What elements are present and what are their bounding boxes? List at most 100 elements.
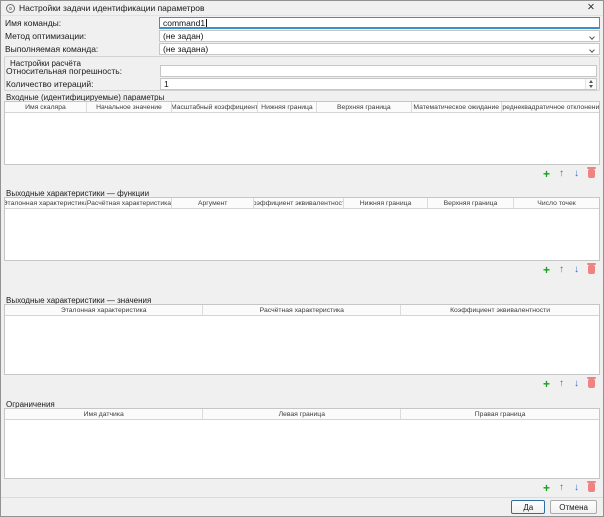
executed-command-combobox[interactable]: (не задана) (159, 43, 600, 55)
app-icon (6, 4, 15, 13)
command-name-label: Имя команды: (5, 18, 159, 28)
tolerance-row: Относительная погрешность: (6, 65, 597, 77)
close-icon[interactable]: ✕ (584, 2, 598, 14)
output-values-table[interactable]: Эталонная характеристикаРасчётная характ… (4, 304, 600, 375)
optimization-method-label: Метод оптимизации: (5, 31, 159, 41)
column-header[interactable]: Число точек (514, 198, 599, 208)
add-row-button[interactable]: + (540, 167, 553, 180)
input-parameters-table[interactable]: Имя скаляраНачальное значениеМасштабный … (4, 101, 600, 165)
column-header[interactable]: Нижняя граница (258, 102, 317, 112)
plus-icon: + (543, 482, 550, 494)
titlebar: Настройки задачи идентификации параметро… (1, 1, 603, 16)
column-header[interactable]: Математическое ожидание (412, 102, 502, 112)
column-header[interactable]: Расчётная характеристика (87, 198, 172, 208)
column-header[interactable]: Начальное значение (87, 102, 172, 112)
window-title: Настройки задачи идентификации параметро… (19, 3, 584, 13)
column-header[interactable]: Масштабный коэффициент (172, 102, 258, 112)
table-header-row: Эталонная характеристикаРасчётная характ… (5, 305, 599, 316)
arrow-up-icon: ↑ (559, 379, 564, 389)
output-functions-table[interactable]: Эталонная характеристикаРасчётная характ… (4, 197, 600, 261)
footer: Да Отмена (511, 500, 597, 514)
trash-icon (588, 169, 595, 178)
move-row-up-button[interactable]: ↑ (555, 263, 568, 276)
table-body[interactable] (5, 420, 599, 478)
iterations-row: Количество итераций: 1 (6, 78, 597, 90)
cancel-button[interactable]: Отмена (550, 500, 597, 514)
move-row-down-button[interactable]: ↓ (570, 167, 583, 180)
spin-up-icon[interactable] (589, 80, 593, 83)
arrow-up-icon: ↑ (559, 169, 564, 179)
iterations-spinbox[interactable]: 1 (160, 78, 597, 90)
ok-button[interactable]: Да (511, 500, 545, 514)
move-row-up-button[interactable]: ↑ (555, 167, 568, 180)
column-header[interactable]: Расчётная характеристика (203, 305, 401, 315)
executed-command-row: Выполняемая команда: (не задана) (5, 43, 600, 55)
executed-command-label: Выполняемая команда: (5, 44, 159, 54)
footer-separator (1, 497, 603, 498)
executed-command-value: (не задана) (163, 44, 208, 54)
column-header[interactable]: Эталонная характеристика (5, 198, 87, 208)
arrow-down-icon: ↓ (574, 483, 579, 493)
column-header[interactable]: Левая граница (203, 409, 401, 419)
table-header-row: Имя датчикаЛевая границаПравая граница (5, 409, 599, 420)
column-header[interactable]: Эталонная характеристика (5, 305, 203, 315)
column-header[interactable]: Имя датчика (5, 409, 203, 419)
plus-icon: + (543, 378, 550, 390)
trash-icon (588, 379, 595, 388)
constraints-table[interactable]: Имя датчикаЛевая границаПравая граница (4, 408, 600, 479)
output-values-actions: + ↑ ↓ (540, 377, 598, 390)
column-header[interactable]: Нижняя граница (344, 198, 428, 208)
iterations-value: 1 (164, 79, 169, 89)
plus-icon: + (543, 168, 550, 180)
move-row-down-button[interactable]: ↓ (570, 263, 583, 276)
table-body[interactable] (5, 209, 599, 260)
move-row-up-button[interactable]: ↑ (555, 377, 568, 390)
input-parameters-actions: + ↑ ↓ (540, 167, 598, 180)
table-body[interactable] (5, 113, 599, 164)
output-functions-actions: + ↑ ↓ (540, 263, 598, 276)
table-header-row: Имя скаляраНачальное значениеМасштабный … (5, 102, 599, 113)
delete-row-button[interactable] (585, 481, 598, 494)
table-header-row: Эталонная характеристикаРасчётная характ… (5, 198, 599, 209)
optimization-method-row: Метод оптимизации: (не задан) (5, 30, 600, 42)
spin-down-icon[interactable] (589, 85, 593, 88)
command-name-value: command1 (163, 18, 205, 28)
chevron-down-icon (589, 47, 595, 53)
plus-icon: + (543, 264, 550, 276)
command-name-row: Имя команды: command1 (5, 17, 600, 29)
command-name-input[interactable]: command1 (159, 17, 600, 29)
dialog-window: Настройки задачи идентификации параметро… (0, 0, 604, 517)
column-header[interactable]: Верхняя граница (428, 198, 514, 208)
table-body[interactable] (5, 316, 599, 374)
optimization-method-combobox[interactable]: (не задан) (159, 30, 600, 42)
text-caret (206, 19, 207, 27)
optimization-method-value: (не задан) (163, 31, 203, 41)
column-header[interactable]: Аргумент (172, 198, 255, 208)
chevron-down-icon (589, 34, 595, 40)
arrow-up-icon: ↑ (559, 483, 564, 493)
column-header[interactable]: Правая граница (401, 409, 599, 419)
iterations-label: Количество итераций: (6, 79, 160, 89)
arrow-down-icon: ↓ (574, 169, 579, 179)
column-header[interactable]: Имя скаляра (5, 102, 87, 112)
tolerance-input[interactable] (160, 65, 597, 77)
move-row-up-button[interactable]: ↑ (555, 481, 568, 494)
delete-row-button[interactable] (585, 167, 598, 180)
tolerance-label: Относительная погрешность: (6, 66, 160, 76)
add-row-button[interactable]: + (540, 377, 553, 390)
arrow-down-icon: ↓ (574, 265, 579, 275)
column-header[interactable]: Коэффициент эквивалентности (254, 198, 344, 208)
move-row-down-button[interactable]: ↓ (570, 481, 583, 494)
trash-icon (588, 265, 595, 274)
column-header[interactable]: Среднеквадратичное отклонение (502, 102, 599, 112)
column-header[interactable]: Верхняя граница (317, 102, 412, 112)
move-row-down-button[interactable]: ↓ (570, 377, 583, 390)
column-header[interactable]: Коэффициент эквивалентности (401, 305, 599, 315)
add-row-button[interactable]: + (540, 481, 553, 494)
spinner-buttons[interactable] (585, 79, 596, 89)
delete-row-button[interactable] (585, 263, 598, 276)
constraints-actions: + ↑ ↓ (540, 481, 598, 494)
add-row-button[interactable]: + (540, 263, 553, 276)
delete-row-button[interactable] (585, 377, 598, 390)
calc-settings-group: Настройки расчёта Относительная погрешно… (4, 56, 600, 91)
